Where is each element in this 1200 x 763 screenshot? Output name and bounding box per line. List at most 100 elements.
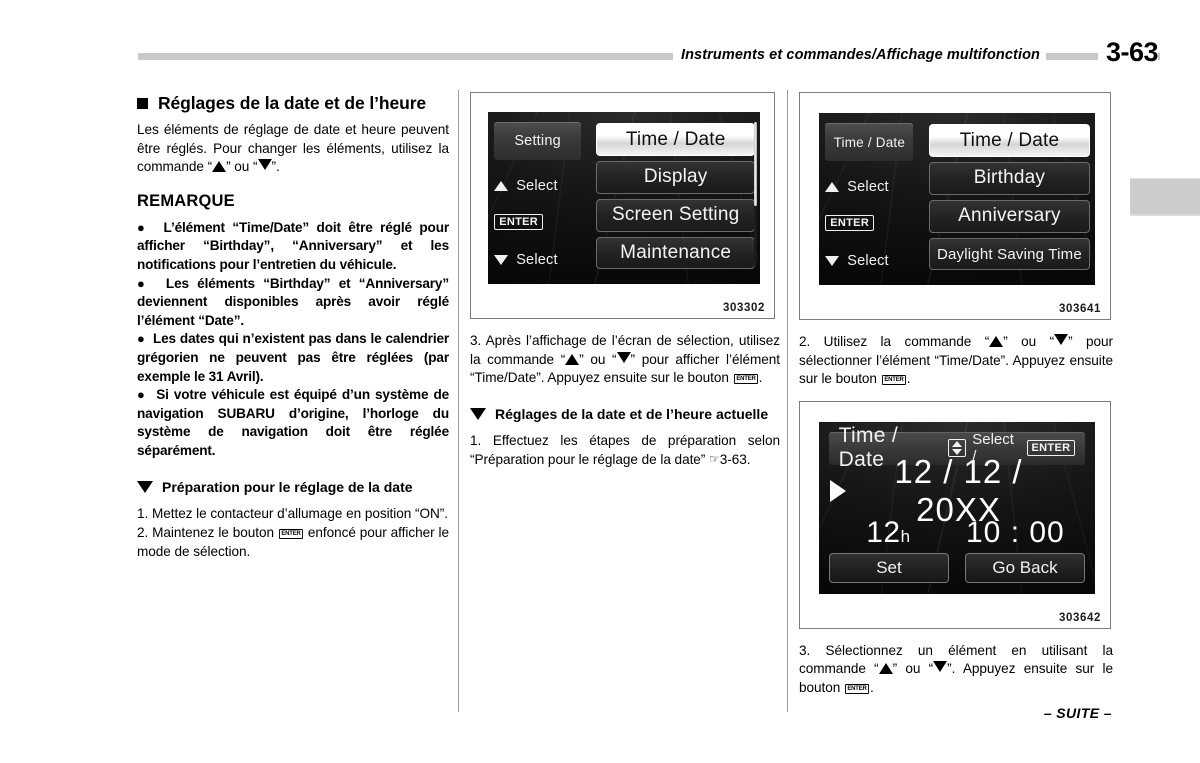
lcd-menu-item[interactable]: Daylight Saving Time — [929, 237, 1090, 271]
continued-marker: – SUITE – — [1043, 705, 1112, 721]
middle-step-3-text-b: ” ou “ — [579, 351, 617, 367]
note-item-label: L’élément “Time/Date” doit être réglé po… — [137, 219, 449, 272]
section-heading: Réglages de la date et de l’heure — [137, 92, 449, 114]
enter-button-icon: ENTER — [278, 529, 303, 540]
lcd-enter-row[interactable]: ENTER — [494, 207, 585, 238]
figure-setting-menu: Setting Select ENTER Select Time / Date … — [470, 92, 775, 319]
up-arrow-icon — [989, 336, 1004, 347]
lcd-select-down-label: Select — [516, 251, 558, 268]
triangle-bullet-icon — [137, 480, 153, 493]
lcd-select-down-row[interactable]: Select — [825, 244, 917, 278]
down-arrow-icon — [1054, 334, 1069, 345]
lcd-select-down-row[interactable]: Select — [494, 243, 585, 277]
middle-step-3: 3. Après l’affichage de l’écran de sélec… — [470, 332, 780, 388]
intro-paragraph: Les éléments de réglage de date et heure… — [137, 121, 449, 177]
chapter-edge-tab — [1130, 178, 1200, 216]
lcd-menu-item[interactable]: Display — [596, 161, 755, 194]
note-heading: REMARQUE — [137, 191, 235, 210]
lcd-enter-row[interactable]: ENTER — [825, 208, 917, 239]
dot-bullet-icon: ● — [137, 331, 146, 347]
figure-caption: 303641 — [1059, 303, 1101, 315]
right-column: Time / Date Select ENTER Select Time / D… — [799, 92, 1113, 699]
right-step-2-text-d: . — [906, 371, 911, 387]
column-divider-1 — [458, 90, 459, 712]
dot-bullet-icon: ● — [137, 219, 149, 235]
page-header: Instruments et commandes/Affichage multi… — [0, 35, 1200, 70]
down-arrow-icon — [825, 255, 840, 266]
lcd-sidebar-title: Setting — [494, 122, 581, 161]
lcd-menu-item[interactable]: Screen Setting — [596, 198, 755, 232]
note-item: ● Les éléments “Birthday” et “Anniversar… — [137, 275, 449, 331]
figure-caption: 303642 — [1059, 611, 1101, 624]
down-arrow-icon — [933, 661, 948, 673]
lcd-screen-timedate-edit: Time / Date Select / ENTER 12 / 12 / 20X… — [819, 421, 1095, 594]
lcd-screen-setting-menu: Setting Select ENTER Select Time / Date … — [488, 112, 760, 284]
lcd-menu-list: Time / Date Display Screen Setting Maint… — [591, 112, 760, 284]
right-step-3-text-b: ” ou “ — [892, 661, 934, 677]
header-title: Instruments et commandes/Affichage multi… — [672, 44, 1046, 66]
lcd-select-up-row[interactable]: Select — [825, 170, 917, 204]
up-arrow-icon — [825, 181, 840, 192]
lcd-hour-value: 12 — [866, 515, 901, 549]
left-column: Réglages de la date et de l’heure Les él… — [137, 92, 449, 562]
current-datetime-heading: Réglages de la date et de l’heure actuel… — [470, 405, 780, 423]
triangle-bullet-icon — [470, 407, 486, 420]
note-item: ● L’élément “Time/Date” doit être réglé … — [137, 219, 449, 275]
lcd-hour-format[interactable]: 12h — [830, 516, 947, 550]
lcd-goback-button[interactable]: Go Back — [964, 552, 1086, 584]
lcd-menu-item[interactable]: Anniversary — [929, 199, 1090, 233]
lcd-menu-item[interactable]: Time / Date — [596, 123, 755, 156]
lcd-button-row: Set Go Back — [828, 552, 1086, 584]
enter-button-icon: ENTER — [494, 214, 543, 231]
middle-step-1-ref: 3-63. — [719, 452, 751, 468]
right-step-2-text-a: 2. Utilisez la commande “ — [799, 334, 990, 349]
lcd-sidebar: Time / Date Select ENTER Select — [819, 113, 924, 285]
right-step-2-text-b: ” ou “ — [1003, 334, 1055, 349]
lcd-screen-timedate-menu: Time / Date Select ENTER Select Time / D… — [819, 113, 1095, 285]
down-arrow-icon — [616, 351, 631, 363]
note-item: ● Si votre véhicule est équipé d’un syst… — [137, 386, 449, 460]
cursor-arrow-icon — [830, 479, 847, 502]
middle-column: Setting Select ENTER Select Time / Date … — [470, 92, 780, 471]
lcd-date-row[interactable]: 12 / 12 / 20XX — [830, 453, 1084, 528]
square-bullet-icon — [137, 98, 148, 109]
lcd-menu-item[interactable]: Birthday — [929, 162, 1090, 195]
prep-heading: Préparation pour le réglage de la date — [137, 478, 449, 496]
enter-button-icon: ENTER — [845, 683, 870, 694]
page-number: 3-63 — [1097, 35, 1159, 69]
section-heading-label: Réglages de la date et de l’heure — [158, 93, 427, 113]
prep-step-2: 2. Maintenez le bouton ENTER enfoncé pou… — [137, 524, 449, 561]
lcd-set-button[interactable]: Set — [828, 552, 950, 584]
lcd-clock-value: 10 : 00 — [966, 515, 1065, 549]
up-arrow-icon — [494, 180, 509, 191]
lcd-select-down-label: Select — [847, 252, 889, 269]
right-step-3-text-d: . — [870, 679, 874, 695]
enter-button-icon: ENTER — [881, 375, 906, 386]
lcd-select-up-label: Select — [516, 177, 558, 194]
up-arrow-icon — [878, 663, 893, 675]
intro-text-a: Les éléments de réglage de date et heure… — [137, 122, 449, 175]
lcd-sidebar: Setting Select ENTER Select — [488, 112, 591, 284]
lcd-sidebar-title: Time / Date — [825, 123, 914, 162]
prep-step-1: 1. Mettez le contacteur d’allumage en po… — [137, 505, 448, 521]
prep-step-2-text-a: 2. Maintenez le bouton — [137, 525, 278, 541]
intro-text-c: ”. — [271, 159, 280, 175]
lcd-select-up-label: Select — [847, 178, 889, 195]
lcd-select-up-row[interactable]: Select — [494, 169, 585, 203]
up-arrow-icon — [212, 161, 227, 173]
lcd-menu-item[interactable]: Time / Date — [929, 124, 1090, 157]
lcd-scrollbar[interactable] — [753, 122, 758, 267]
lcd-menu-item[interactable]: Maintenance — [596, 236, 755, 270]
middle-step-3-text-d: . — [758, 370, 763, 386]
figure-timedate-edit: Time / Date Select / ENTER 12 / 12 / 20X… — [799, 400, 1111, 629]
intro-text-b: ” ou “ — [226, 159, 258, 175]
figure-caption: 303302 — [723, 302, 765, 314]
lcd-scrollbar-thumb[interactable] — [753, 122, 758, 207]
current-datetime-heading-label: Réglages de la date et de l’heure actuel… — [495, 405, 769, 422]
enter-button-icon: ENTER — [825, 215, 875, 232]
lcd-time-row[interactable]: 12h 10 : 00 — [830, 513, 1084, 553]
note-item-label: Si votre véhicule est équipé d’un systèm… — [137, 387, 450, 458]
dot-bullet-icon: ● — [137, 275, 150, 291]
right-step-3: 3. Sélectionnez un élément en utilisant … — [799, 642, 1113, 698]
enter-button-icon: ENTER — [733, 374, 758, 385]
